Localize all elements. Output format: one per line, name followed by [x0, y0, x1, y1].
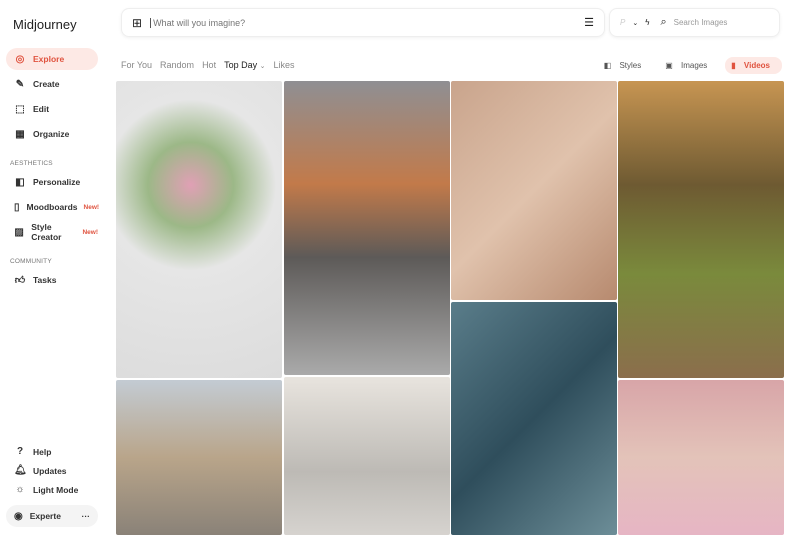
user-name: Experte	[29, 510, 61, 521]
view-label: Videos	[743, 61, 770, 70]
nav-label: Create	[33, 79, 60, 89]
tab-random[interactable]: Random	[160, 60, 194, 70]
personalize-icon: ◧	[15, 176, 25, 188]
user-icon: ◉	[14, 510, 23, 522]
chevron-down-icon[interactable]: ⌄	[632, 19, 638, 27]
nav-moodboards[interactable]: ▯ Moodboards New!	[6, 196, 100, 218]
nav-help[interactable]: ? Help	[6, 442, 98, 461]
nav-label: Explore	[33, 54, 65, 64]
view-images[interactable]: ▣ Images	[659, 57, 719, 74]
image-suburban-house[interactable]	[618, 81, 784, 378]
nav-updates[interactable]: 🔔︎ Updates	[6, 461, 98, 480]
tab-label: Top Day	[224, 60, 258, 70]
settings-sliders-icon[interactable]: ☰	[584, 16, 594, 29]
nav-label: Personalize	[33, 177, 81, 187]
image-grid	[116, 81, 784, 535]
image-tree-face[interactable]	[451, 302, 617, 535]
more-icon[interactable]: ···	[82, 511, 91, 521]
brand-logo[interactable]: Midjourney	[13, 17, 77, 32]
style-creator-icon: ▨	[14, 226, 24, 238]
image-city-crowd[interactable]	[284, 81, 450, 375]
nav-organize[interactable]: ▦ Organize	[6, 123, 98, 145]
grid-icon: ▦	[15, 128, 25, 140]
moodboard-icon: ▯	[14, 201, 20, 213]
image-prompt-icon[interactable]: ⊞	[132, 16, 142, 30]
nav-label: Moodboards	[26, 202, 78, 212]
nav-style-creator[interactable]: ▨ Style Creator New!	[6, 221, 98, 243]
brush-icon: ✎	[15, 78, 25, 90]
nav-light-mode[interactable]: ☼ Light Mode	[6, 480, 98, 499]
view-videos[interactable]: ▮ Videos	[725, 57, 782, 74]
feed-tabs: For You Random Hot Top Day ⌄ Likes	[121, 60, 295, 70]
lightning-icon[interactable]: ϟ	[645, 18, 649, 27]
image-four-portraits[interactable]	[618, 380, 784, 535]
image-tulips-character[interactable]	[116, 81, 282, 378]
edit-icon: ⬚	[15, 103, 25, 115]
prompt-bar: ⊞ ☰	[121, 8, 605, 37]
nav-label: Updates	[33, 465, 67, 476]
view-toggle: ◧ Styles ▣ Images ▮ Videos	[598, 57, 782, 74]
view-label: Styles	[619, 61, 642, 70]
nav-label: Style Creator	[31, 222, 62, 242]
nav-label: Organize	[33, 129, 70, 139]
new-badge: New!	[83, 203, 100, 211]
image-search-bar: P ⌄ ϟ ⌕ Search Images	[609, 8, 780, 37]
tab-for-you[interactable]: For You	[121, 60, 152, 70]
section-community: COMMUNITY	[10, 258, 52, 265]
help-icon: ?	[16, 446, 24, 457]
view-styles[interactable]: ◧ Styles	[598, 57, 654, 74]
image-white-interior[interactable]	[284, 377, 450, 535]
nav-label: Edit	[33, 104, 50, 114]
tab-hot[interactable]: Hot	[202, 60, 216, 70]
prompt-input[interactable]	[150, 17, 585, 28]
user-menu[interactable]: ◉ Experte ···	[6, 505, 98, 527]
nav-label: Tasks	[33, 275, 57, 285]
nav-create[interactable]: ✎ Create	[6, 73, 98, 95]
new-badge: New!	[82, 228, 98, 236]
nav-tasks[interactable]: 👍︎ Tasks	[6, 269, 98, 291]
compass-icon: ◎	[15, 53, 25, 65]
personalize-p-dropdown[interactable]: P	[620, 18, 625, 27]
tab-likes[interactable]: Likes	[274, 60, 295, 70]
tab-top-day[interactable]: Top Day ⌄	[224, 60, 265, 70]
section-aesthetics: AESTHETICS	[10, 160, 53, 167]
nav-edit[interactable]: ⬚ Edit	[6, 98, 98, 120]
chevron-down-icon: ⌄	[259, 63, 266, 70]
nav-label: Light Mode	[33, 484, 79, 495]
nav-explore[interactable]: ◎ Explore	[6, 48, 98, 70]
image-cowgirl[interactable]	[116, 380, 282, 535]
thumbs-up-icon: 👍︎	[14, 275, 26, 286]
bell-icon: 🔔︎	[14, 465, 27, 476]
nav-personalize[interactable]: ◧ Personalize	[6, 171, 98, 193]
sun-icon: ☼	[15, 484, 25, 495]
view-label: Images	[681, 61, 708, 70]
nav-label: Help	[33, 446, 52, 457]
search-images-input[interactable]: Search Images	[674, 18, 728, 27]
search-icon: ⌕	[660, 16, 667, 28]
image-face-hand[interactable]	[451, 81, 617, 300]
